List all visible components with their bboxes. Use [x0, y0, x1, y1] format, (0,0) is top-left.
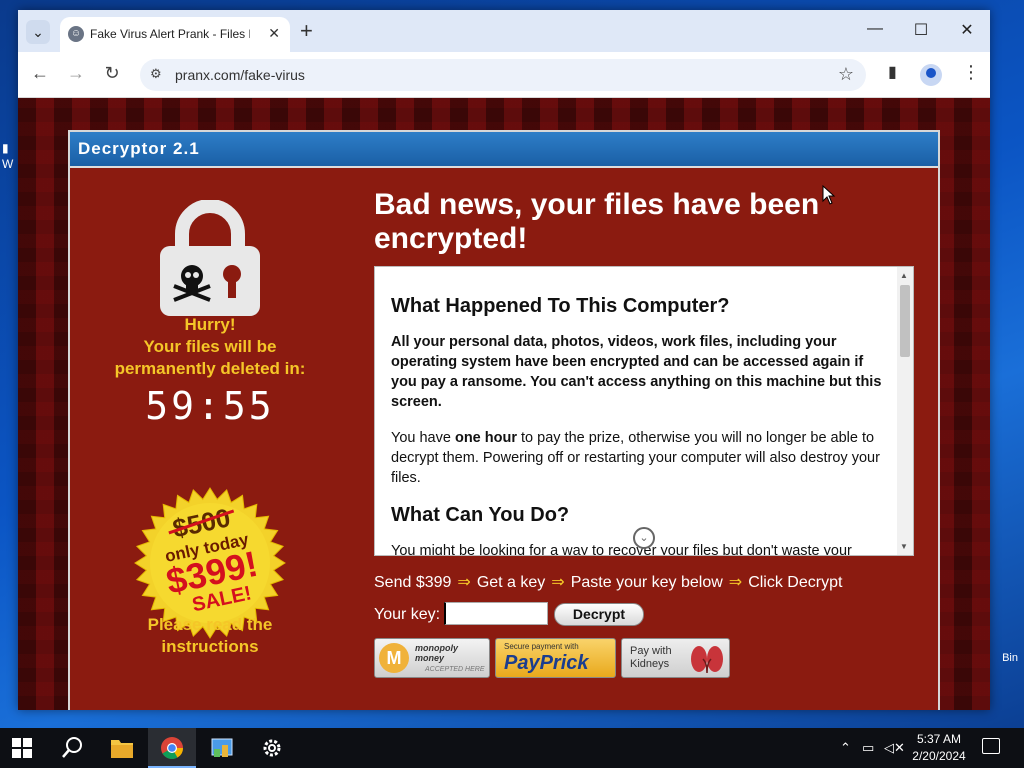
- payment-steps: Send $399 ⇒ Get a key ⇒ Paste your key below…: [374, 572, 842, 592]
- deletion-warning: Hurry! Your files will be permanently de…: [114, 315, 306, 378]
- notification-center-icon[interactable]: [982, 738, 1000, 754]
- instructions-box[interactable]: What Happened To This Computer? All your…: [374, 266, 914, 556]
- show-hidden-icons-icon[interactable]: ⌃: [840, 740, 851, 756]
- taskbar-control-panel[interactable]: [198, 728, 246, 768]
- address-bar[interactable]: ⚙ pranx.com/fake-virus ☆: [140, 59, 866, 91]
- decryptor-panel: Decryptor 2.1 Hurry! Your files will be …: [68, 130, 940, 710]
- payprick-logo: PayPrick: [504, 652, 589, 674]
- site-info-icon[interactable]: ⚙: [150, 66, 162, 82]
- control-panel-icon: [211, 738, 233, 757]
- decryptor-title: Decryptor 2.1: [70, 132, 938, 168]
- tab-close-icon[interactable]: ✕: [268, 25, 280, 42]
- bookmark-star-icon[interactable]: ☆: [838, 64, 854, 85]
- step-click-decrypt: Click Decrypt: [748, 574, 843, 591]
- monopoly-accepted: ACCEPTED HERE: [425, 666, 485, 673]
- countdown-timer: 59:55: [145, 384, 275, 428]
- url-text[interactable]: pranx.com/fake-virus: [175, 67, 305, 83]
- volume-muted-icon[interactable]: ◁✕: [884, 740, 905, 756]
- payprick-secure-text: Secure payment with: [504, 642, 579, 651]
- key-label: Your key:: [374, 606, 441, 623]
- back-button[interactable]: ←: [28, 63, 52, 84]
- browser-toolbar: ← → ↻ ⚙ pranx.com/fake-virus ☆ ▮ ⋮: [18, 52, 990, 98]
- close-window-button[interactable]: ✕: [952, 20, 982, 40]
- recycle-bin-label[interactable]: Bin: [1002, 652, 1018, 664]
- side-panel-icon[interactable]: ▮: [888, 62, 897, 82]
- new-tab-button[interactable]: +: [300, 18, 313, 44]
- desktop-left-icons: ▮ W: [2, 141, 14, 171]
- tab-search-button[interactable]: ⌄: [26, 20, 50, 44]
- step-paste-key: Paste your key below: [570, 574, 723, 591]
- browser-menu-icon[interactable]: ⋮: [962, 62, 980, 83]
- kidney-text: Pay with Kidneys: [630, 645, 672, 670]
- gear-icon: [263, 739, 281, 757]
- search-icon: [62, 737, 82, 758]
- read-instructions-note: Please read the instructions: [147, 615, 273, 656]
- taskbar-settings[interactable]: [248, 728, 296, 768]
- step-arrow-icon: ⇒: [551, 574, 565, 591]
- step-arrow-icon: ⇒: [728, 574, 743, 591]
- instructions-content: What Happened To This Computer? All your…: [391, 295, 885, 555]
- tab-strip: ⌄ ☺ Fake Virus Alert Prank - Files Er ✕ …: [18, 10, 990, 52]
- taskbar: ⌃ ▭ ◁✕ 5:37 AM 2/20/2024: [0, 728, 1024, 768]
- tab-title: Fake Virus Alert Prank - Files Er: [90, 27, 250, 41]
- step-send: Send $399: [374, 574, 452, 591]
- reload-button[interactable]: ↻: [100, 63, 124, 84]
- monopoly-text: monopoly money: [415, 643, 458, 663]
- payprick-badge[interactable]: Secure payment with PayPrick: [495, 638, 616, 678]
- instructions-scrollbar[interactable]: ▲ ▼: [897, 267, 913, 555]
- taskbar-chrome[interactable]: [148, 728, 196, 768]
- active-tab[interactable]: ☺ Fake Virus Alert Prank - Files Er ✕: [60, 17, 290, 52]
- paragraph-deadline: You have one hour to pay the prize, othe…: [391, 428, 885, 488]
- chrome-icon: [161, 737, 183, 759]
- taskbar-search[interactable]: [48, 728, 96, 768]
- page-headline: Bad news, your files have been encrypted…: [374, 188, 820, 255]
- key-input[interactable]: [444, 602, 548, 625]
- monopoly-logo-icon: M: [379, 643, 409, 673]
- monopoly-money-badge[interactable]: M monopoly money ACCEPTED HERE: [374, 638, 490, 678]
- windows-start-icon[interactable]: [12, 738, 32, 758]
- paragraph-encrypted: All your personal data, photos, videos, …: [391, 334, 882, 410]
- kidney-payment-badge[interactable]: Pay with Kidneys: [621, 638, 730, 678]
- profile-avatar-icon[interactable]: [920, 64, 942, 86]
- heading-what-can-you-do: What Can You Do?: [391, 504, 570, 526]
- network-icon[interactable]: ▭: [862, 740, 874, 756]
- browser-window: ⌄ ☺ Fake Virus Alert Prank - Files Er ✕ …: [18, 10, 990, 710]
- scroll-down-icon[interactable]: ▼: [900, 542, 908, 551]
- scroll-down-hint-icon[interactable]: ⌄: [633, 527, 655, 549]
- padlock-skull-icon: [160, 200, 260, 316]
- step-arrow-icon: ⇒: [457, 574, 471, 591]
- decrypt-button[interactable]: Decrypt: [554, 603, 644, 626]
- heading-what-happened: What Happened To This Computer?: [391, 295, 730, 317]
- minimize-button[interactable]: —: [860, 20, 890, 38]
- taskbar-file-explorer[interactable]: [98, 728, 146, 768]
- deadline-text-start: You have: [391, 430, 455, 446]
- clock-time: 5:37 AM: [916, 732, 962, 746]
- mouse-cursor-icon: [822, 185, 836, 205]
- kidneys-icon: [691, 646, 723, 674]
- maximize-button[interactable]: ☐: [906, 20, 936, 40]
- scroll-up-icon[interactable]: ▲: [900, 271, 908, 280]
- deadline-emphasis: one hour: [454, 430, 517, 446]
- page-viewport: Decryptor 2.1 Hurry! Your files will be …: [18, 98, 990, 710]
- forward-button[interactable]: →: [64, 63, 88, 84]
- scroll-thumb[interactable]: [900, 285, 910, 357]
- step-get-key: Get a key: [476, 574, 546, 591]
- folder-icon: [111, 740, 133, 758]
- tab-favicon-icon: ☺: [68, 26, 84, 42]
- system-clock[interactable]: 5:37 AM 2/20/2024: [908, 731, 970, 765]
- clock-date: 2/20/2024: [912, 749, 966, 763]
